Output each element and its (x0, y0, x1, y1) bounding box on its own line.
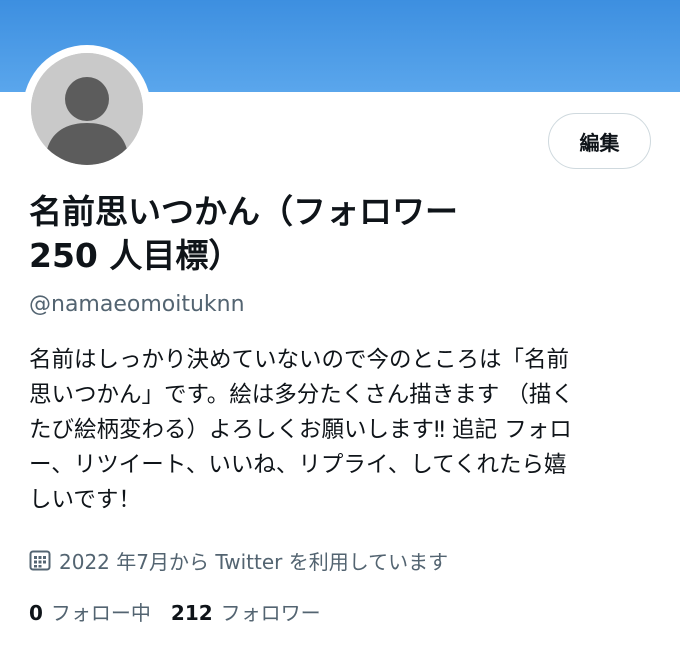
bio-line: 思いつかん」です。絵は多分たくさん描きます （描く (29, 382, 574, 408)
following-count: 0 (29, 600, 43, 625)
followers-label: フォロワー (220, 600, 321, 625)
display-name-line-2: 250 人目標） (29, 236, 242, 275)
joined-text: 2022 年7月から Twitter を利用しています (59, 549, 449, 574)
bio-line: たび絵柄変わる）よろしくお願いします‼︎ 追記 フォロ (29, 417, 572, 443)
avatar-ring (23, 45, 151, 173)
follow-stats: 0 フォロー中 212 フォロワー (29, 596, 341, 626)
joined-date: 2022 年7月から Twitter を利用しています (29, 545, 448, 575)
followers-count: 212 (170, 600, 213, 625)
edit-profile-button[interactable]: 編集 (548, 113, 651, 169)
display-name-line-1: 名前思いつかん（フォロワー (29, 192, 458, 231)
following-label: フォロー中 (50, 600, 151, 625)
bio-line: 名前はしっかり決めていないので今のところは「名前 (29, 347, 570, 373)
avatar[interactable] (31, 53, 143, 165)
bio-line: ー、リツイート、いいね、リプライ、してくれたら嬉 (29, 452, 567, 478)
bio-line: しいです！ (29, 487, 141, 513)
user-handle: @namaeomoituknn (29, 292, 245, 317)
calendar-icon (29, 550, 51, 571)
following-link[interactable]: 0 フォロー中 (29, 597, 151, 626)
profile-bio: 名前はしっかり決めていないので今のところは「名前 思いつかん」です。絵は多分たく… (29, 343, 659, 518)
default-profile-silhouette-icon (31, 53, 143, 165)
display-name: 名前思いつかん（フォロワー 250 人目標） (29, 190, 629, 278)
followers-link[interactable]: 212 フォロワー (171, 597, 321, 626)
